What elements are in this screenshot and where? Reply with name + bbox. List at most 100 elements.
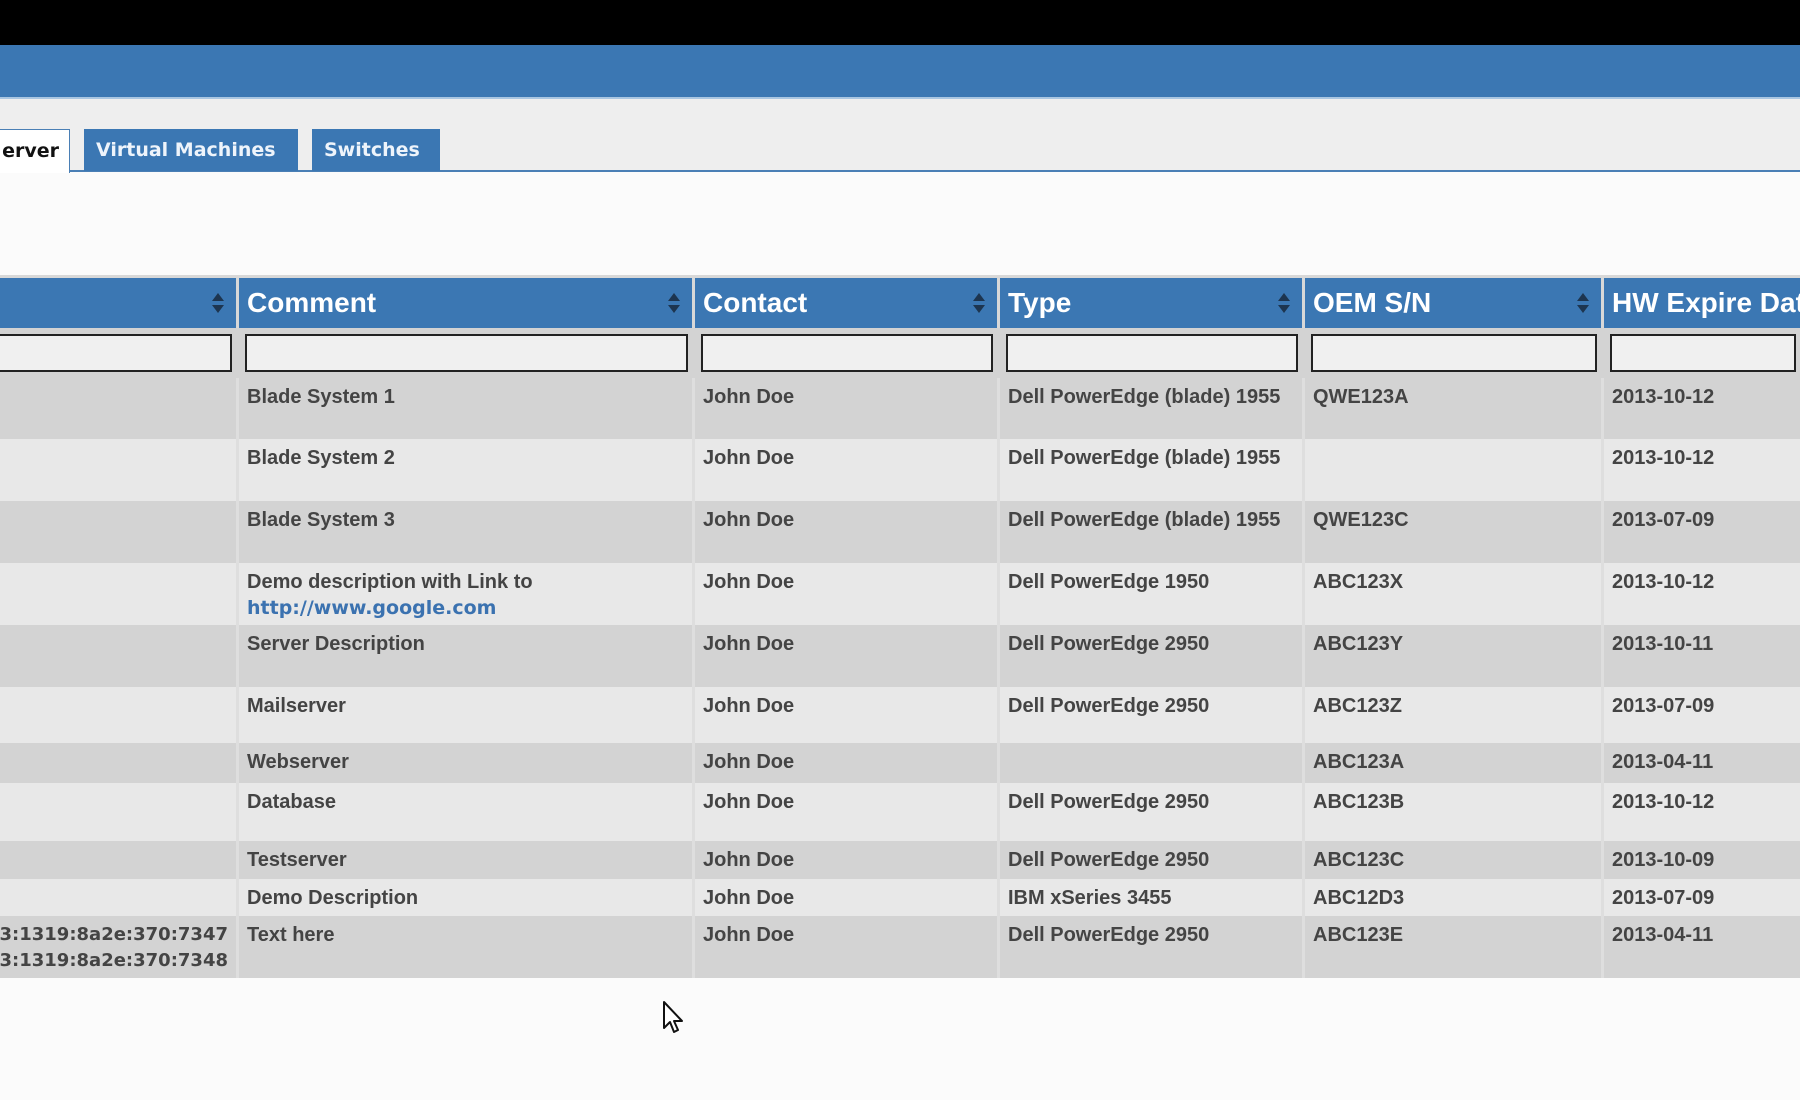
comment-text: Blade System 2 (247, 447, 395, 469)
table-body: Blade System 1 John Doe Dell PowerEdge (bl… (0, 378, 1800, 978)
cell-contact: John Doe (692, 501, 997, 563)
filter-oem-sn-input[interactable] (1311, 334, 1597, 372)
cell-ip (0, 563, 236, 625)
cell-type: Dell PowerEdge 2950 (997, 783, 1302, 841)
cell-contact: John Doe (692, 783, 997, 841)
filter-cell (1601, 328, 1800, 378)
filter-cell (236, 328, 692, 378)
filter-cell (0, 328, 236, 378)
table-row[interactable]: Blade System 1 John Doe Dell PowerEdge (bl… (0, 378, 1800, 439)
ip-address: 3:1319:8a2e:370:7348 (0, 950, 228, 971)
cell-contact: John Doe (692, 687, 997, 743)
mouse-cursor-icon (663, 1001, 683, 1033)
column-header-label: Comment (247, 287, 377, 318)
cell-contact: John Doe (692, 439, 997, 501)
cell-contact: John Doe (692, 916, 997, 978)
sort-icon[interactable] (1278, 293, 1290, 313)
cell-type: Dell PowerEdge 2950 (997, 625, 1302, 687)
column-header-contact[interactable]: Contact (692, 275, 997, 328)
table-row[interactable]: Demo Description John Doe IBM xSeries 3455… (0, 879, 1800, 916)
tab-virtual-machines[interactable]: Virtual Machines (84, 129, 298, 171)
filter-comment-input[interactable] (245, 334, 688, 372)
cell-contact: John Doe (692, 879, 997, 916)
cell-hw-expire: 2013-10-12 (1601, 439, 1800, 501)
filter-type-input[interactable] (1006, 334, 1298, 372)
filter-hw-expire-input[interactable] (1610, 334, 1796, 372)
cell-hw-expire: 2013-10-11 (1601, 625, 1800, 687)
table-row[interactable]: Webserver John Doe ABC123A 2013-04-11 (0, 743, 1800, 783)
cell-hw-expire: 2013-04-11 (1601, 743, 1800, 783)
comment-text: Demo description with Link to (247, 571, 533, 593)
cell-contact: John Doe (692, 625, 997, 687)
column-header-comment[interactable]: Comment (236, 275, 692, 328)
cell-comment: Server Description (236, 625, 692, 687)
cell-comment: Testserver (236, 841, 692, 879)
cell-hw-expire: 2013-10-09 (1601, 841, 1800, 879)
table-row[interactable]: Blade System 3 John Doe Dell PowerEdge (bl… (0, 501, 1800, 563)
filter-cell (997, 328, 1302, 378)
cell-ip (0, 841, 236, 879)
cell-ip (0, 879, 236, 916)
cell-hw-expire: 2013-07-09 (1601, 879, 1800, 916)
column-header-oem-sn[interactable]: OEM S/N (1302, 275, 1601, 328)
tab-switches[interactable]: Switches (312, 129, 440, 171)
column-header-label: Contact (703, 287, 808, 318)
cell-type: Dell PowerEdge 2950 (997, 916, 1302, 978)
cell-type (997, 743, 1302, 783)
comment-text: Blade System 1 (247, 386, 395, 408)
cell-comment: Demo description with Link to http://www.… (236, 563, 692, 625)
filter-contact-input[interactable] (701, 334, 993, 372)
sort-icon[interactable] (668, 293, 680, 313)
cell-comment: Blade System 1 (236, 378, 692, 439)
cell-ip (0, 378, 236, 439)
table-row[interactable]: Server Description John Doe Dell PowerEdge… (0, 625, 1800, 687)
cell-oem-sn: ABC123B (1302, 783, 1601, 841)
table-row[interactable]: Mailserver John Doe Dell PowerEdge 2950 ABC… (0, 687, 1800, 743)
cell-type: Dell PowerEdge (blade) 1955 (997, 501, 1302, 563)
filter-ip-input[interactable] (0, 334, 232, 372)
table-header-row: Comment Contact Type OEM S/N HW Expire D… (0, 275, 1800, 328)
comment-link[interactable]: http://www.google.com (247, 597, 496, 619)
cell-type: Dell PowerEdge (blade) 1955 (997, 439, 1302, 501)
sort-icon[interactable] (973, 293, 985, 313)
tab-server[interactable]: erver (0, 129, 70, 173)
cell-contact: John Doe (692, 841, 997, 879)
column-header-ip[interactable] (0, 275, 236, 328)
comment-text: Server Description (247, 633, 425, 655)
servers-table: Comment Contact Type OEM S/N HW Expire D… (0, 275, 1800, 978)
cell-comment: Blade System 3 (236, 501, 692, 563)
table-row[interactable]: Demo description with Link to http://www.… (0, 563, 1800, 625)
filter-cell (692, 328, 997, 378)
cell-ip (0, 501, 236, 563)
table-row[interactable]: 3:1319:8a2e:370:7347 3:1319:8a2e:370:7348… (0, 916, 1800, 978)
cell-hw-expire: 2013-07-09 (1601, 501, 1800, 563)
cell-oem-sn: ABC12D3 (1302, 879, 1601, 916)
table-row[interactable]: Blade System 2 John Doe Dell PowerEdge (bl… (0, 439, 1800, 501)
filter-cell (1302, 328, 1601, 378)
cell-contact: John Doe (692, 378, 997, 439)
column-header-type[interactable]: Type (997, 275, 1302, 328)
cell-ip (0, 625, 236, 687)
table-row[interactable]: Database John Doe Dell PowerEdge 2950 ABC12… (0, 783, 1800, 841)
cell-comment: Mailserver (236, 687, 692, 743)
cell-oem-sn: QWE123A (1302, 378, 1601, 439)
cell-hw-expire: 2013-10-12 (1601, 783, 1800, 841)
cell-comment: Blade System 2 (236, 439, 692, 501)
table-row[interactable]: Testserver John Doe Dell PowerEdge 2950 ABC… (0, 841, 1800, 879)
cell-oem-sn: ABC123Z (1302, 687, 1601, 743)
comment-text: Demo Description (247, 887, 419, 909)
cell-ip (0, 783, 236, 841)
cell-oem-sn: ABC123X (1302, 563, 1601, 625)
sort-icon[interactable] (212, 293, 224, 313)
comment-text: Blade System 3 (247, 509, 395, 531)
cell-type: Dell PowerEdge 2950 (997, 687, 1302, 743)
column-header-hw-expire[interactable]: HW Expire Dat (1601, 275, 1800, 328)
ip-address: 3:1319:8a2e:370:7347 (0, 924, 228, 945)
cell-hw-expire: 2013-04-11 (1601, 916, 1800, 978)
column-header-label: HW Expire Dat (1612, 287, 1800, 318)
cell-type: IBM xSeries 3455 (997, 879, 1302, 916)
sort-icon[interactable] (1577, 293, 1589, 313)
cell-ip (0, 687, 236, 743)
cell-hw-expire: 2013-10-12 (1601, 563, 1800, 625)
cell-comment: Demo Description (236, 879, 692, 916)
